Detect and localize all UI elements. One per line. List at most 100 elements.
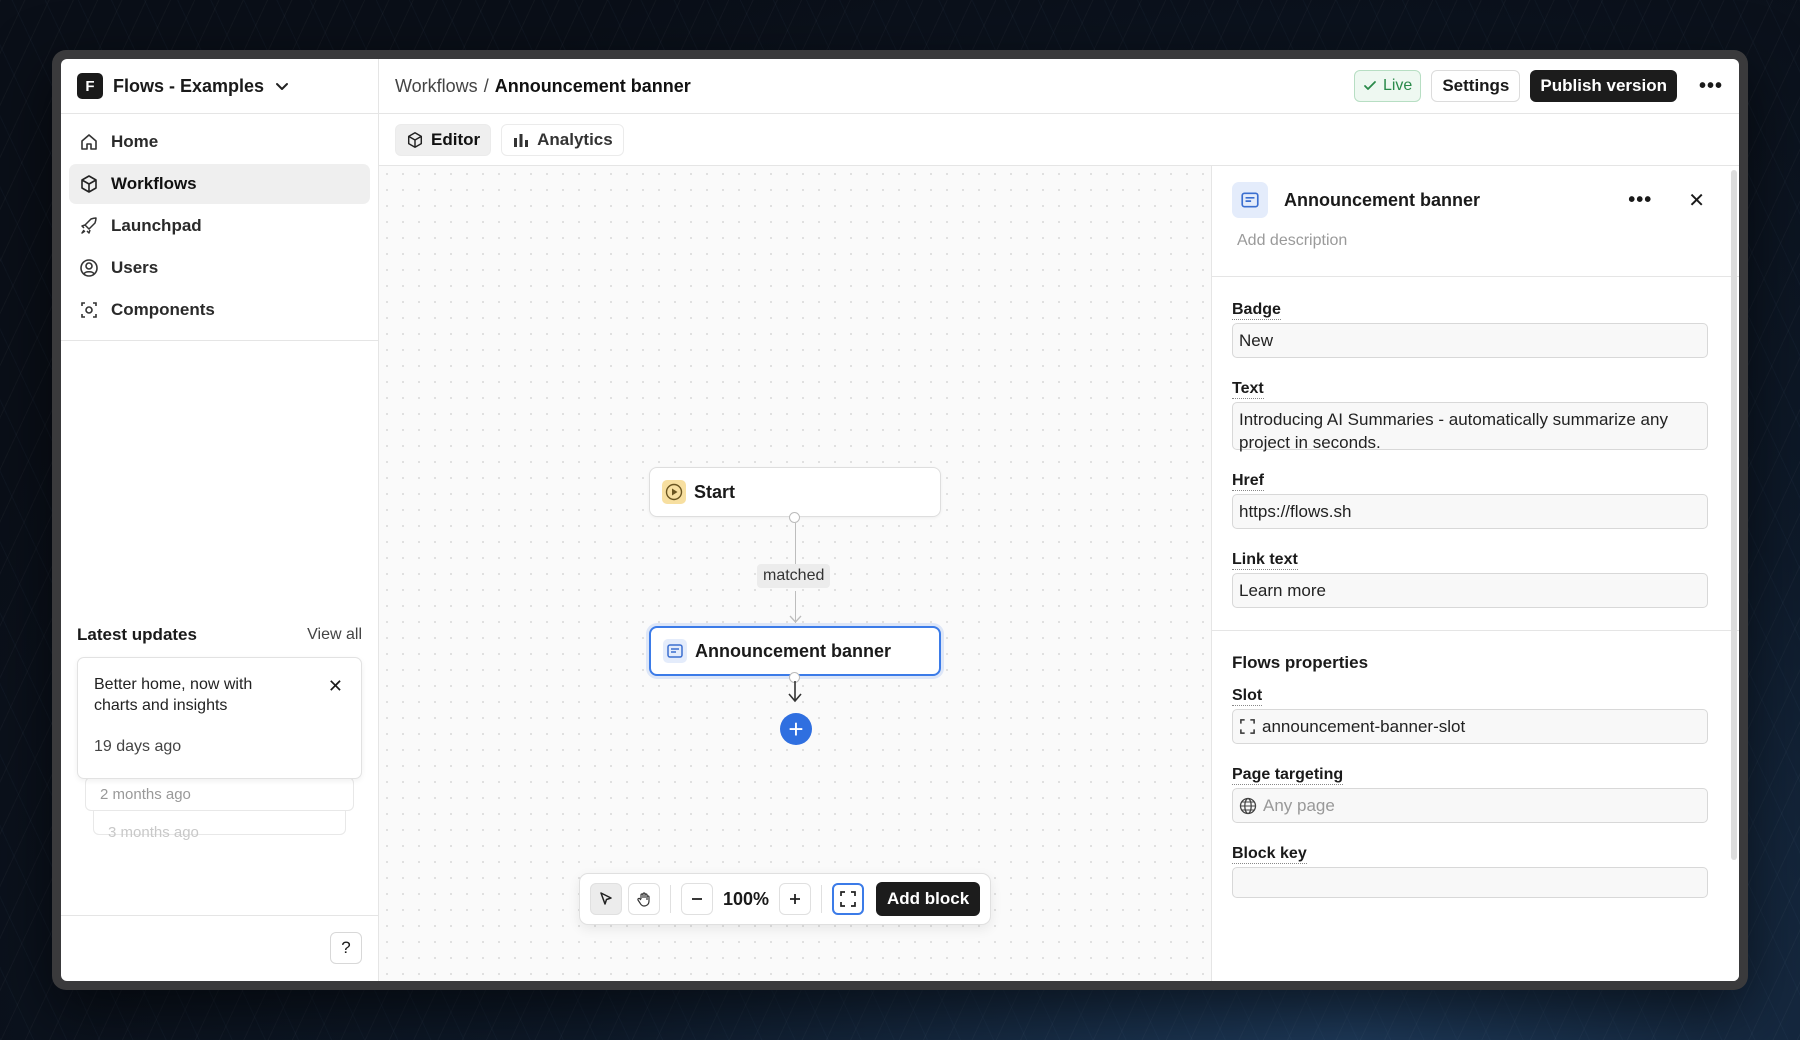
user-circle-icon — [80, 259, 98, 277]
slot-icon — [1240, 719, 1255, 734]
bar-chart-icon — [514, 133, 529, 147]
panel-header: Announcement banner ••• ✕ Add descriptio… — [1212, 166, 1739, 277]
slot-value: announcement-banner-slot — [1262, 717, 1466, 736]
badge-label: Badge — [1232, 301, 1281, 320]
sidebar-item-components[interactable]: Components — [69, 290, 370, 330]
tab-label: Analytics — [537, 129, 613, 149]
hand-icon — [637, 892, 650, 907]
start-node[interactable]: Start — [649, 467, 941, 517]
more-options-icon[interactable]: ••• — [1699, 75, 1723, 98]
minus-icon — [692, 898, 702, 900]
latest-updates: Latest updates View all Better home, now… — [61, 625, 378, 915]
breadcrumb-current: Announcement banner — [494, 75, 691, 96]
sidebar-item-label: Launchpad — [111, 216, 202, 235]
start-node-label: Start — [694, 481, 736, 502]
fit-view-icon — [840, 891, 856, 907]
update-card[interactable]: Better home, now with charts and insight… — [77, 657, 362, 779]
badge-field[interactable]: New — [1232, 323, 1708, 358]
announcement-node-label: Announcement banner — [695, 640, 892, 661]
add-step-button[interactable]: + — [780, 713, 812, 745]
description-field[interactable]: Add description — [1232, 232, 1719, 250]
link-text-field[interactable]: Learn more — [1232, 573, 1708, 608]
pan-tool-button[interactable] — [628, 883, 660, 915]
app-window: F Flows - Examples Home Workflows Launch… — [52, 50, 1748, 990]
settings-button[interactable]: Settings — [1431, 70, 1521, 102]
breadcrumb-workflows[interactable]: Workflows — [395, 76, 478, 96]
connector-line — [795, 523, 796, 565]
live-label: Live — [1382, 77, 1413, 94]
tab-label: Editor — [431, 129, 481, 149]
sidebar-item-launchpad[interactable]: Launchpad — [69, 206, 370, 246]
canvas-toolbar: 100% Add block — [579, 873, 992, 925]
href-label: Href — [1232, 472, 1265, 491]
page-targeting-placeholder: Any page — [1263, 796, 1335, 815]
edge-label[interactable]: matched — [757, 564, 831, 588]
sidebar-item-label: Users — [111, 258, 159, 277]
org-name: Flows - Examples — [113, 75, 265, 96]
tab-analytics[interactable]: Analytics — [501, 123, 624, 156]
latest-updates-title: Latest updates — [77, 625, 197, 644]
connector-handle[interactable] — [789, 512, 800, 523]
update-card-stacked: 2 months ago — [85, 777, 354, 811]
tab-editor[interactable]: Editor — [395, 123, 492, 156]
link-text-label: Link text — [1232, 551, 1298, 570]
panel-title: Announcement banner — [1284, 189, 1481, 210]
live-status-badge[interactable]: Live — [1353, 70, 1422, 102]
view-all-link[interactable]: View all — [307, 626, 362, 644]
rocket-icon — [81, 217, 97, 234]
flows-properties: Flows properties Slot announcement-banne… — [1212, 631, 1739, 926]
message-icon — [663, 639, 687, 663]
sidebar-item-home[interactable]: Home — [69, 122, 370, 162]
plus-icon — [790, 894, 800, 904]
message-icon — [1232, 182, 1268, 218]
workflow-icon — [81, 175, 97, 193]
text-label: Text — [1232, 380, 1264, 399]
check-icon — [1364, 81, 1376, 90]
home-icon — [81, 134, 97, 150]
add-block-button[interactable]: Add block — [876, 882, 981, 916]
workarea: Start matched Announcement banner + 100%… — [379, 166, 1739, 981]
main: Workflows / Announcement banner Live Setti… — [379, 59, 1739, 981]
app: F Flows - Examples Home Workflows Launch… — [61, 59, 1739, 981]
announcement-banner-node[interactable]: Announcement banner — [649, 626, 941, 676]
publish-version-button[interactable]: Publish version — [1530, 70, 1677, 102]
page-targeting-label: Page targeting — [1232, 766, 1344, 785]
page-targeting-field[interactable]: Any page — [1232, 788, 1708, 823]
topbar: Workflows / Announcement banner Live Setti… — [379, 59, 1739, 114]
view-tabs: Editor Analytics — [379, 114, 1739, 166]
sidebar-item-users[interactable]: Users — [69, 248, 370, 288]
components-icon — [81, 302, 97, 318]
fit-view-button[interactable] — [832, 883, 864, 915]
help-button[interactable]: ? — [330, 932, 362, 964]
close-icon[interactable]: ✕ — [1688, 188, 1705, 213]
org-switcher[interactable]: F Flows - Examples — [61, 59, 378, 114]
zoom-out-button[interactable] — [681, 883, 713, 915]
cursor-icon — [600, 892, 612, 905]
org-logo: F — [77, 73, 103, 99]
sidebar-item-workflows[interactable]: Workflows — [69, 164, 370, 204]
panel-scrollbar[interactable] — [1731, 170, 1737, 860]
zoom-in-button[interactable] — [779, 883, 811, 915]
play-icon — [662, 480, 686, 504]
text-field[interactable]: Introducing AI Summaries - automatically… — [1232, 402, 1708, 452]
sidebar-item-label: Workflows — [111, 174, 197, 193]
flow-canvas[interactable]: Start matched Announcement banner + 100%… — [379, 166, 1211, 981]
flows-properties-title: Flows properties — [1232, 653, 1369, 672]
arrow-down-icon — [789, 615, 802, 623]
update-text: Better home, now with charts and insight… — [94, 676, 253, 714]
breadcrumb: Workflows / Announcement banner — [395, 76, 691, 97]
sidebar-item-label: Components — [111, 300, 215, 319]
href-field[interactable]: https://flows.sh — [1232, 494, 1708, 529]
block-key-field[interactable] — [1232, 867, 1708, 898]
breadcrumb-separator: / — [483, 75, 489, 96]
slot-field[interactable]: announcement-banner-slot — [1232, 709, 1708, 744]
block-fields: Badge New Text Introducing AI Summaries … — [1212, 277, 1739, 631]
slot-label: Slot — [1232, 687, 1263, 706]
close-icon[interactable]: ✕ — [328, 676, 343, 697]
sidebar-item-label: Home — [111, 132, 159, 151]
more-options-icon[interactable]: ••• — [1628, 189, 1652, 212]
zoom-level: 100% — [722, 888, 770, 909]
sidebar-footer: ? — [61, 915, 378, 981]
select-tool-button[interactable] — [590, 883, 622, 915]
block-key-label: Block key — [1232, 845, 1307, 864]
